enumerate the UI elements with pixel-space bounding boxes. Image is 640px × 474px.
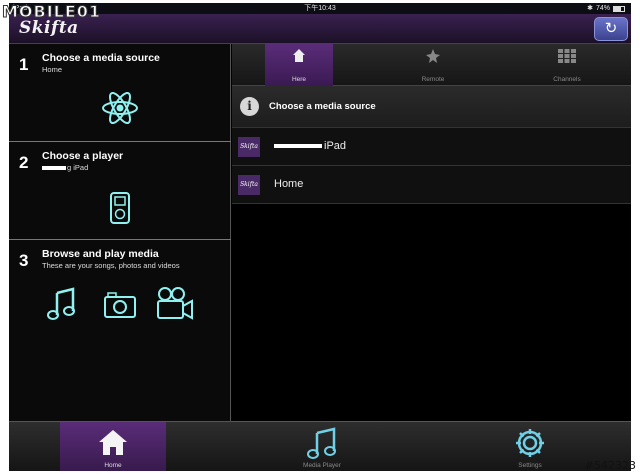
app-logo: Skifta [19,18,79,38]
info-header: i Choose a media source [232,86,631,128]
bottom-tab-media-player[interactable]: Media Player [269,422,375,471]
music-note-icon [47,287,75,320]
camera-icon [104,292,136,318]
battery-icon [613,5,625,12]
bottom-tab-label: Settings [518,462,542,469]
info-text: Choose a media source [269,101,376,112]
step-choose-player[interactable]: 2 Choose a player g iPad [9,142,231,240]
house-icon [293,49,305,62]
source-label: iPad [274,140,346,152]
step-title: Choose a media source [42,52,160,64]
app-window: iPad 下午10:43 ✱ 74% Skifta ↻ 1 Choose a m… [9,3,631,471]
source-item-home[interactable]: Skifta Home [232,166,631,204]
source-label: Home [274,178,304,190]
bottom-tab-label: Media Player [303,462,341,469]
step-subtitle: These are your songs, photos and videos [42,261,180,270]
bluetooth-icon: ✱ [587,5,593,12]
tab-here[interactable]: Here [265,44,333,86]
pin-icon [426,49,440,63]
home-icon [99,430,127,455]
source-tabs: Here Remote Channels [232,44,631,86]
tab-label: Remote [421,76,445,83]
step-subtitle: Home [42,65,63,74]
source-item-ipad[interactable]: Skifta iPad [232,128,631,166]
redaction [42,166,66,171]
step-number: 3 [19,251,29,270]
step-number: 1 [19,55,29,74]
grid-icon [558,49,576,63]
skifta-badge-icon: Skifta [238,175,260,195]
status-bar: iPad 下午10:43 ✱ 74% [9,3,631,14]
info-icon: i [240,97,259,116]
step-browse-media[interactable]: 3 Browse and play media These are your s… [9,240,231,421]
battery-fill [614,6,622,11]
refresh-icon: ↻ [604,20,618,37]
app-header: Skifta ↻ [9,14,631,44]
watermark: MOBILE01 [1,2,102,22]
status-time: 下午10:43 [304,5,336,12]
battery-percent: 74% [595,5,610,12]
tab-label: Here [291,76,307,83]
steps-panel: 1 Choose a media source Home 2 Choose a … [9,44,231,421]
redaction [274,144,322,149]
music-note-icon [307,427,336,459]
step-title: Choose a player [42,150,124,162]
refresh-button[interactable]: ↻ [594,17,628,41]
gear-icon [516,429,544,457]
source-panel: Here Remote Channels i Choose a media so… [232,44,631,421]
atom-icon [102,91,138,125]
bottom-tab-bar: Home Media Player Settings [9,421,631,471]
tab-channels[interactable]: Channels [533,44,601,86]
step-title: Browse and play media [42,248,159,260]
step-number: 2 [19,153,29,172]
bottom-tab-settings[interactable]: Settings [477,422,583,471]
tab-label: Channels [553,76,581,83]
skifta-badge-icon: Skifta [238,137,260,157]
step-choose-source[interactable]: 1 Choose a media source Home [9,44,231,142]
bottom-tab-home[interactable]: Home [60,422,166,471]
bottom-tab-label: Home [104,462,122,469]
status-right: ✱ 74% [587,3,625,14]
tab-remote[interactable]: Remote [399,44,467,86]
step-subtitle: g iPad [42,163,88,172]
image-id-label: #542323 [584,459,636,472]
ipod-icon [110,192,130,224]
video-camera-icon [157,287,193,320]
